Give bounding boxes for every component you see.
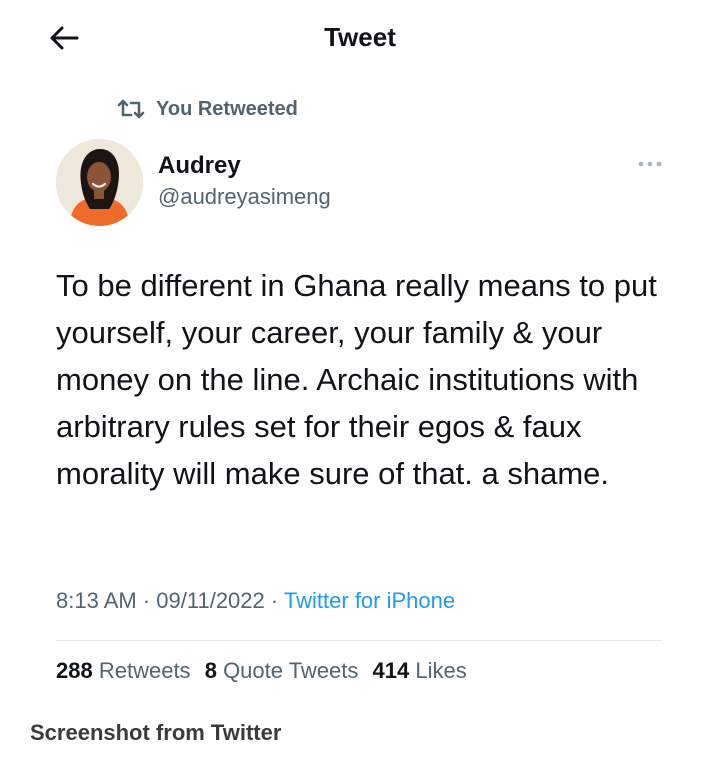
quote-tweets-stat[interactable]: 8 Quote Tweets xyxy=(205,658,359,683)
meta-separator: · xyxy=(136,588,157,613)
quote-tweets-count: 8 xyxy=(204,658,217,683)
quote-tweets-label: Quote Tweets xyxy=(223,658,359,683)
likes-label: Likes xyxy=(415,658,467,683)
top-bar: Tweet xyxy=(0,0,720,80)
author-name[interactable]: Audrey xyxy=(158,152,241,180)
social-context: You Retweeted xyxy=(116,94,298,124)
tweet-meta: 8:13 AM · 09/11/2022 · Twitter for iPhon… xyxy=(56,588,455,614)
divider xyxy=(56,640,662,641)
image-caption: Screenshot from Twitter xyxy=(30,720,282,745)
more-horizontal-icon xyxy=(638,161,662,167)
likes-stat[interactable]: 414 Likes xyxy=(373,658,467,683)
page-title: Tweet xyxy=(324,22,396,52)
tweet-source-link[interactable]: Twitter for iPhone xyxy=(284,588,455,613)
avatar[interactable] xyxy=(56,139,143,226)
retweets-count: 288 xyxy=(56,658,93,683)
retweets-stat[interactable]: 288 Retweets xyxy=(56,658,191,683)
retweets-label: Retweets xyxy=(98,658,191,683)
profile-photo xyxy=(56,139,143,226)
tweet-date[interactable]: 09/11/2022 xyxy=(156,588,264,613)
tweet-time[interactable]: 8:13 AM xyxy=(56,588,137,613)
author-handle[interactable]: @audreyasimeng xyxy=(158,184,331,210)
likes-count: 414 xyxy=(372,658,410,683)
more-options-button[interactable] xyxy=(636,152,664,176)
retweet-icon xyxy=(117,99,145,119)
meta-separator: · xyxy=(264,588,284,613)
tweet-text: To be different in Ghana really means to… xyxy=(56,268,657,491)
social-context-label: You Retweeted xyxy=(156,97,298,120)
tweet-stats: 288 Retweets 8 Quote Tweets 414 Likes xyxy=(56,658,475,684)
